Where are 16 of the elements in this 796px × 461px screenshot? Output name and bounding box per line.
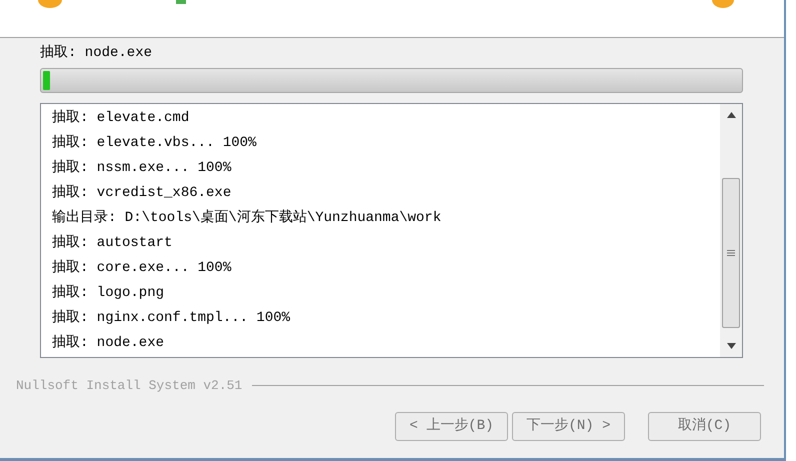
grip-icon — [727, 250, 735, 256]
scroll-thumb[interactable] — [722, 178, 740, 328]
log-line: 抽取: nssm.exe... 100% — [52, 158, 232, 178]
scroll-down-icon — [726, 343, 736, 349]
log-line: 输出目录: D:\tools\桌面\河东下载站\Yunzhuanma\work — [52, 208, 442, 228]
log-line: 抽取: elevate.cmd — [52, 108, 190, 128]
log-line: 抽取: autostart — [52, 234, 174, 253]
log-line: 抽取: logo.png — [52, 284, 166, 303]
status-text: 抽取: node.exe — [40, 44, 154, 63]
branding-text: Nullsoft Install System v2.51 — [16, 377, 242, 395]
log-line: 抽取: vcredist_x86.exe — [52, 184, 232, 203]
log-line: 抽取: nginx.conf.tmpl... 100% — [52, 308, 292, 328]
log-line: 抽取: elevate.vbs... 100% — [52, 134, 258, 153]
log-line: 抽取: node.exe — [52, 334, 166, 353]
log-line: 抽取: core.exe... 100% — [52, 258, 232, 278]
scroll-up-icon — [726, 112, 736, 118]
